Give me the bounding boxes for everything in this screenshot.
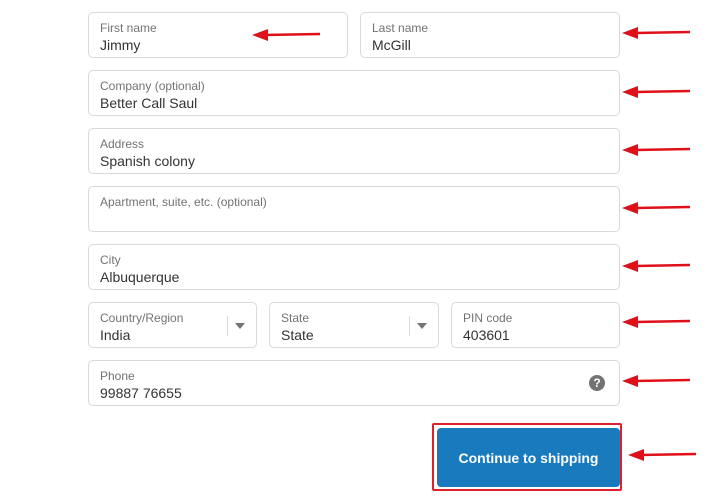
chevron-down-icon[interactable]: [417, 323, 427, 329]
annotation-arrow-icon: [622, 260, 691, 272]
country-select[interactable]: Country/Region India: [88, 302, 257, 348]
company-label: Company (optional): [100, 79, 205, 93]
annotation-arrow-icon: [622, 316, 691, 328]
continue-to-shipping-button[interactable]: Continue to shipping: [437, 428, 620, 487]
phone-label: Phone: [100, 369, 135, 383]
company-value[interactable]: Better Call Saul: [100, 95, 197, 112]
phone-field[interactable]: Phone 99887 76655 ?: [88, 360, 620, 406]
city-field[interactable]: City Albuquerque: [88, 244, 620, 290]
country-select-divider: [227, 316, 228, 336]
first-name-value[interactable]: Jimmy: [100, 37, 140, 54]
state-select-divider: [409, 316, 410, 336]
address-label: Address: [100, 137, 145, 151]
annotation-arrow-icon: [622, 202, 691, 214]
phone-value[interactable]: 99887 76655: [100, 385, 182, 402]
address-value[interactable]: Spanish colony: [100, 153, 195, 170]
pin-code-field[interactable]: PIN code 403601: [451, 302, 620, 348]
annotation-arrow-icon: [628, 449, 697, 461]
annotation-arrow-icon: [622, 27, 691, 39]
last-name-value[interactable]: McGill: [372, 37, 411, 54]
address-field[interactable]: Address Spanish colony: [88, 128, 620, 174]
company-field[interactable]: Company (optional) Better Call Saul: [88, 70, 620, 116]
annotation-arrow-icon: [622, 375, 691, 387]
pin-code-value[interactable]: 403601: [463, 327, 510, 344]
apartment-label: Apartment, suite, etc. (optional): [100, 195, 267, 209]
last-name-field[interactable]: Last name McGill: [360, 12, 620, 58]
annotation-arrow-icon: [622, 86, 691, 98]
state-select[interactable]: State State: [269, 302, 439, 348]
country-value: India: [100, 327, 131, 343]
annotation-arrow-icon: [622, 144, 691, 156]
state-value: State: [281, 327, 314, 343]
apartment-field[interactable]: Apartment, suite, etc. (optional): [88, 186, 620, 232]
first-name-label: First name: [100, 21, 157, 35]
pin-code-label: PIN code: [463, 311, 513, 325]
city-label: City: [100, 253, 121, 267]
city-value[interactable]: Albuquerque: [100, 269, 179, 286]
help-icon[interactable]: ?: [589, 375, 605, 391]
last-name-label: Last name: [372, 21, 429, 35]
state-label: State: [281, 311, 310, 325]
chevron-down-icon[interactable]: [235, 323, 245, 329]
country-label: Country/Region: [100, 311, 184, 325]
annotation-arrow-icon: [252, 29, 321, 41]
